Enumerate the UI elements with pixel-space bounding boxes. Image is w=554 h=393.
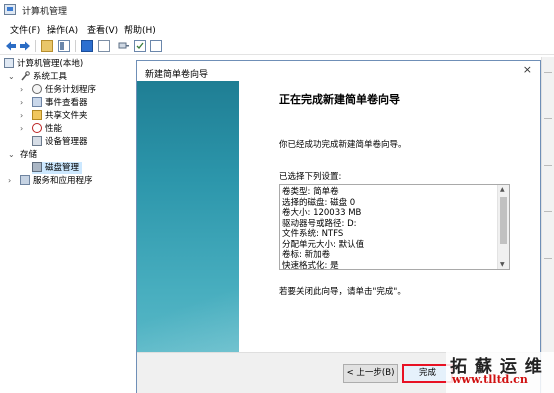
toolbar — [0, 37, 554, 55]
tree-item-label: 共享文件夹 — [45, 111, 88, 121]
tree-item-label: 任务计划程序 — [45, 85, 97, 95]
menu-bar: 文件(F) 操作(A) 查看(V) 帮助(H) — [0, 21, 554, 36]
back-button[interactable]: < 上一步(B) — [343, 364, 398, 383]
chevron-right-icon[interactable]: › — [20, 97, 23, 109]
tree-item-storage[interactable]: ⌄ 存储 — [8, 149, 37, 161]
connect-icon[interactable] — [118, 40, 130, 52]
tools-icon — [20, 71, 30, 81]
tree-item-label: 设备管理器 — [45, 137, 88, 147]
services-icon — [20, 175, 30, 185]
tree-item-root[interactable]: 计算机管理(本地) — [4, 58, 83, 70]
divider — [544, 165, 552, 166]
window-titlebar: 计算机管理 — [0, 0, 554, 20]
back-arrow-icon[interactable] — [5, 40, 17, 52]
settings-line: 快速格式化: 是 — [282, 260, 339, 270]
tree-item-task-scheduler[interactable]: › 任务计划程序 — [20, 84, 96, 96]
tree-item-services-apps[interactable]: › 服务和应用程序 — [8, 175, 93, 187]
settings-line: 卷大小: 120033 MB — [282, 208, 362, 218]
disk-icon — [32, 162, 42, 172]
computer-management-icon — [4, 4, 16, 15]
navigation-tree: 计算机管理(本地) ⌄ 系统工具 › 任务计划程序 › 事件查看器 › 共享文件… — [0, 57, 135, 393]
help-icon[interactable] — [98, 40, 110, 52]
tree-item-label: 磁盘管理 — [45, 163, 80, 173]
event-viewer-icon — [32, 97, 42, 107]
scroll-down-icon[interactable]: ▼ — [500, 261, 505, 268]
settings-line: 分配单元大小: 默认值 — [282, 239, 365, 250]
settings-scrollbar[interactable]: ▲ ▼ — [497, 185, 509, 269]
window-title: 计算机管理 — [22, 7, 68, 17]
performance-icon — [32, 123, 42, 133]
toolbar-separator — [75, 40, 76, 52]
close-icon[interactable]: × — [523, 63, 532, 76]
tree-item-disk-management[interactable]: 磁盘管理 — [32, 162, 83, 174]
settings-line: 卷类型: 简单卷 — [282, 187, 339, 197]
chevron-right-icon[interactable]: › — [20, 110, 23, 122]
scroll-up-icon[interactable]: ▲ — [500, 186, 505, 193]
up-folder-icon[interactable] — [41, 40, 53, 52]
watermark: 拓 蘇 运 维 www.tlltd.cn — [446, 352, 554, 393]
menu-help[interactable]: 帮助(H) — [124, 23, 156, 36]
tree-item-performance[interactable]: › 性能 — [20, 123, 62, 135]
divider — [544, 72, 552, 73]
settings-line: 文件系统: NTFS — [282, 229, 344, 239]
tree-item-label: 事件查看器 — [45, 98, 88, 108]
device-manager-icon — [32, 136, 42, 146]
chevron-right-icon[interactable]: › — [20, 123, 23, 135]
tree-item-event-viewer[interactable]: › 事件查看器 — [20, 97, 88, 109]
properties-icon[interactable] — [81, 40, 93, 52]
menu-action[interactable]: 操作(A) — [47, 23, 78, 36]
show-hide-tree-icon[interactable] — [58, 40, 70, 52]
tree-item-shared-folders[interactable]: › 共享文件夹 — [20, 110, 88, 122]
wizard-banner — [137, 81, 239, 362]
tree-item-device-manager[interactable]: 设备管理器 — [32, 136, 88, 148]
tree-item-label: 性能 — [45, 124, 63, 134]
tree-item-label: 系统工具 — [33, 72, 68, 82]
settings-line: 卷标: 新加卷 — [282, 250, 331, 260]
check-icon[interactable] — [134, 40, 146, 52]
settings-line: 驱动器号或路径: D: — [282, 218, 357, 229]
folder-icon — [32, 110, 42, 120]
console-right-pane — [541, 57, 554, 393]
computer-icon — [4, 58, 14, 68]
settings-list[interactable]: 卷类型: 简单卷 选择的磁盘: 磁盘 0 卷大小: 120033 MB 驱动器号… — [279, 184, 510, 270]
forward-arrow-icon[interactable] — [19, 40, 31, 52]
menu-view[interactable]: 查看(V) — [87, 23, 118, 36]
settings-line: 选择的磁盘: 磁盘 0 — [282, 197, 356, 208]
new-simple-volume-wizard: 新建简单卷向导 × 正在完成新建简单卷向导 你已经成功完成新建简单卷向导。 已选… — [136, 60, 541, 393]
wizard-footer-note: 若要关闭此向导，请单击"完成"。 — [279, 287, 406, 297]
properties2-icon[interactable] — [150, 40, 162, 52]
tree-item-label: 服务和应用程序 — [33, 176, 93, 186]
chevron-down-icon[interactable]: ⌄ — [8, 71, 15, 83]
wizard-intro: 你已经成功完成新建简单卷向导。 — [279, 140, 407, 150]
divider — [544, 211, 552, 212]
chevron-down-icon[interactable]: ⌄ — [8, 149, 15, 161]
divider — [544, 118, 552, 119]
divider — [544, 258, 552, 259]
settings-label: 已选择下列设置: — [279, 172, 342, 182]
watermark-url: www.tlltd.cn — [452, 373, 528, 386]
scroll-thumb[interactable] — [500, 197, 507, 244]
chevron-right-icon[interactable]: › — [20, 84, 23, 96]
toolbar-separator — [35, 40, 36, 52]
tree-item-label: 存储 — [20, 150, 38, 160]
chevron-right-icon[interactable]: › — [8, 175, 11, 187]
menu-file[interactable]: 文件(F) — [10, 23, 40, 36]
tree-item-label: 计算机管理(本地) — [17, 59, 84, 69]
wizard-heading: 正在完成新建简单卷向导 — [279, 93, 400, 106]
dialog-title: 新建简单卷向导 — [145, 70, 209, 80]
clock-icon — [32, 84, 42, 94]
tree-item-system-tools[interactable]: ⌄ 系统工具 — [8, 71, 67, 83]
